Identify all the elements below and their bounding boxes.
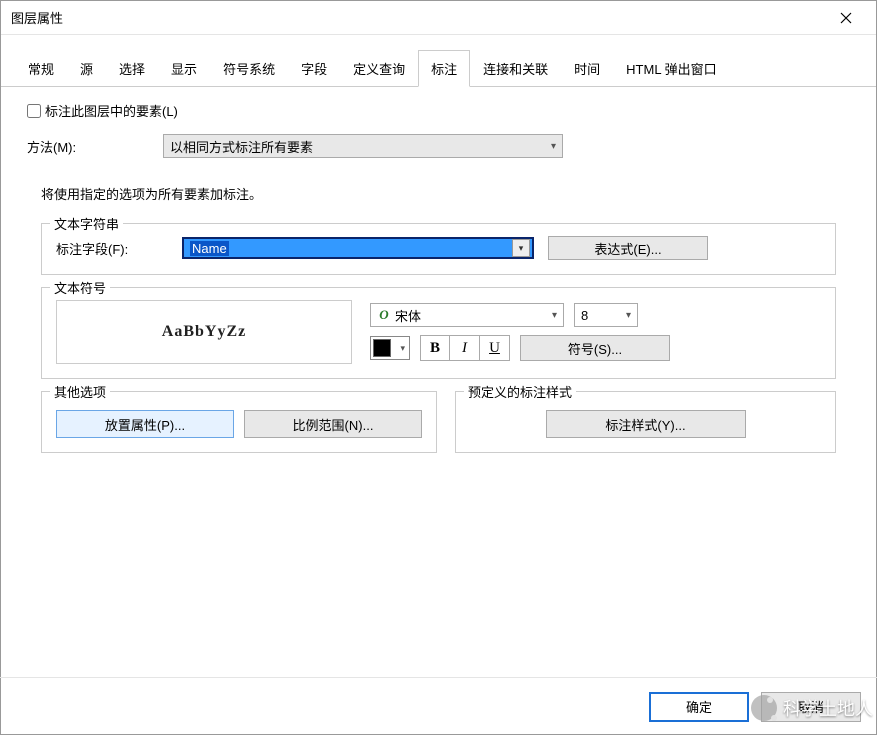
style-button-group: B I U — [420, 335, 510, 361]
label-features-row: 标注此图层中的要素(L) — [27, 101, 850, 120]
tab-general[interactable]: 常规 — [15, 50, 67, 87]
tab-display[interactable]: 显示 — [158, 50, 210, 87]
symbol-preview: AaBbYyZz — [56, 300, 352, 364]
scale-range-button[interactable]: 比例范围(N)... — [244, 410, 422, 438]
close-icon — [840, 12, 852, 24]
label-field-label: 标注字段(F): — [56, 239, 182, 258]
method-label: 方法(M): — [27, 137, 163, 156]
footer: 确定 取消 — [0, 677, 877, 735]
chevron-down-icon: ▾ — [551, 141, 556, 152]
chevron-down-icon: ▾ — [400, 343, 405, 354]
tab-symbology[interactable]: 符号系统 — [210, 50, 288, 87]
bold-button[interactable]: B — [420, 335, 450, 361]
font-size-select[interactable]: 8 ▾ — [574, 303, 638, 327]
font-icon: O — [377, 308, 391, 322]
chevron-down-icon: ▾ — [626, 310, 631, 321]
label-style-button[interactable]: 标注样式(Y)... — [546, 410, 746, 438]
italic-button[interactable]: I — [450, 335, 480, 361]
label-features-checkbox-label: 标注此图层中的要素(L) — [45, 101, 178, 120]
font-select-value: 宋体 — [395, 306, 552, 325]
tab-fields[interactable]: 字段 — [288, 50, 340, 87]
text-symbol-group: 文本符号 AaBbYyZz O 宋体 ▾ 8 ▾ — [41, 287, 836, 379]
tab-definition-query[interactable]: 定义查询 — [340, 50, 418, 87]
close-button[interactable] — [826, 3, 866, 33]
tab-source[interactable]: 源 — [67, 50, 106, 87]
ok-button[interactable]: 确定 — [649, 692, 749, 722]
predefined-style-group: 预定义的标注样式 标注样式(Y)... — [455, 391, 836, 453]
tab-labels[interactable]: 标注 — [418, 50, 470, 87]
other-options-legend: 其他选项 — [50, 382, 110, 401]
text-string-group: 文本字符串 标注字段(F): Name ▾ 表达式(E)... — [41, 223, 836, 275]
color-swatch-icon — [373, 339, 391, 357]
label-features-checkbox[interactable] — [27, 104, 41, 118]
tab-joins-relates[interactable]: 连接和关联 — [470, 50, 561, 87]
label-field-select[interactable]: Name ▾ — [182, 237, 534, 259]
label-field-value: Name — [190, 241, 229, 256]
expression-button[interactable]: 表达式(E)... — [548, 236, 708, 260]
text-string-legend: 文本字符串 — [50, 214, 123, 233]
method-description: 将使用指定的选项为所有要素加标注。 — [41, 184, 850, 203]
placement-properties-button[interactable]: 放置属性(P)... — [56, 410, 234, 438]
other-options-group: 其他选项 放置属性(P)... 比例范围(N)... — [41, 391, 437, 453]
label-field-row: 标注字段(F): Name ▾ 表达式(E)... — [56, 236, 821, 260]
font-select[interactable]: O 宋体 ▾ — [370, 303, 564, 327]
symbol-button[interactable]: 符号(S)... — [520, 335, 670, 361]
color-picker[interactable]: ▾ — [370, 336, 410, 360]
font-size-value: 8 — [581, 308, 588, 323]
window-title: 图层属性 — [11, 8, 63, 27]
chevron-down-icon: ▾ — [512, 239, 530, 257]
tab-selection[interactable]: 选择 — [106, 50, 158, 87]
tab-content: 标注此图层中的要素(L) 方法(M): 以相同方式标注所有要素 ▾ 将使用指定的… — [1, 87, 876, 463]
chevron-down-icon: ▾ — [552, 310, 557, 321]
cancel-button[interactable]: 取消 — [761, 692, 861, 722]
method-select[interactable]: 以相同方式标注所有要素 ▾ — [163, 134, 563, 158]
text-symbol-legend: 文本符号 — [50, 278, 110, 297]
tab-html-popup[interactable]: HTML 弹出窗口 — [613, 50, 730, 87]
predefined-style-legend: 预定义的标注样式 — [464, 382, 576, 401]
underline-button[interactable]: U — [480, 335, 510, 361]
method-row: 方法(M): 以相同方式标注所有要素 ▾ — [27, 134, 850, 158]
tab-time[interactable]: 时间 — [561, 50, 613, 87]
titlebar: 图层属性 — [1, 1, 876, 35]
method-select-value: 以相同方式标注所有要素 — [170, 137, 313, 156]
tabbar: 常规 源 选择 显示 符号系统 字段 定义查询 标注 连接和关联 时间 HTML… — [1, 49, 876, 87]
